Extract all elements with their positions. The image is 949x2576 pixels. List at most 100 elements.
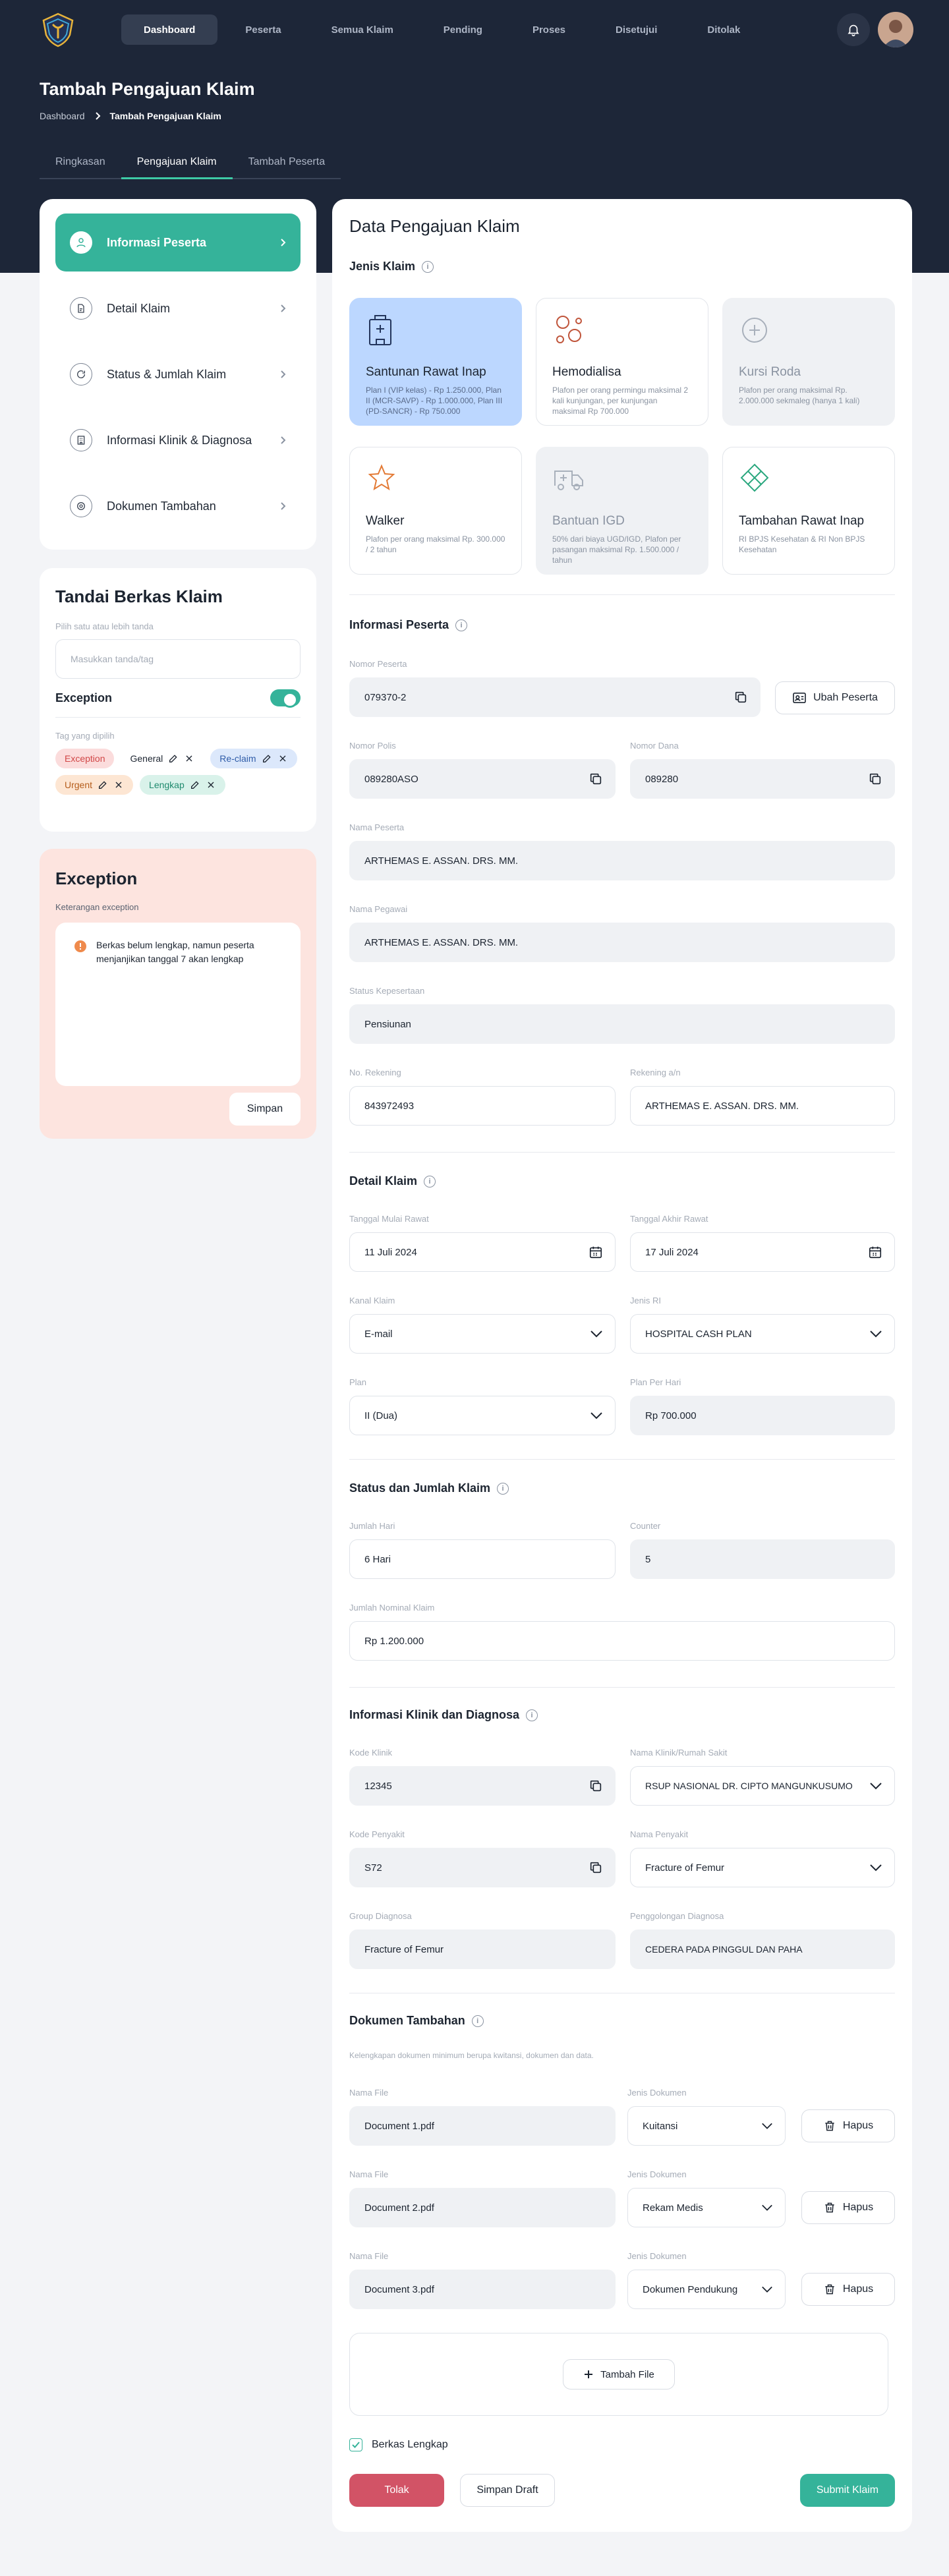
- exception-toggle[interactable]: [270, 689, 301, 708]
- jumlah-hari-input[interactable]: 6 Hari: [349, 1539, 616, 1579]
- tag-exception[interactable]: Exception: [55, 749, 115, 768]
- close-icon[interactable]: [113, 780, 124, 790]
- bell-icon: [848, 24, 859, 36]
- nominal-klaim-input[interactable]: Rp 1.200.000: [349, 1621, 895, 1661]
- steps-card: Informasi Peserta Detail Klaim Status & …: [40, 199, 316, 550]
- info-icon[interactable]: i: [424, 1175, 436, 1188]
- tanggal-mulai-input[interactable]: 11 Juli 2024: [349, 1232, 616, 1272]
- status-jumlah-heading: Status dan Jumlah Klaim i: [349, 1481, 509, 1495]
- info-icon[interactable]: i: [455, 619, 468, 631]
- user-avatar[interactable]: [878, 12, 913, 47]
- hapus-file-button[interactable]: Hapus: [801, 2109, 895, 2142]
- copy-icon[interactable]: [589, 1860, 603, 1875]
- submit-klaim-button[interactable]: Submit Klaim: [800, 2474, 895, 2507]
- info-icon[interactable]: i: [422, 260, 434, 273]
- jenis-santunan-rawat-inap[interactable]: Santunan Rawat Inap Plan I (VIP kelas) -…: [349, 298, 522, 426]
- edit-icon[interactable]: [262, 753, 272, 764]
- nav-proses[interactable]: Proses: [510, 14, 588, 45]
- field-label: Nama File: [349, 2251, 389, 2261]
- field-label: Kanal Klaim: [349, 1296, 395, 1305]
- tolak-button[interactable]: Tolak: [349, 2474, 444, 2507]
- jenis-ri-select[interactable]: HOSPITAL CASH PLAN: [630, 1314, 895, 1354]
- jenis-bantuan-igd[interactable]: Bantuan IGD 50% dari biaya UGD/IGD, Plaf…: [536, 447, 708, 575]
- button-label: Ubah Peserta: [813, 692, 878, 703]
- jenis-walker[interactable]: Walker Plafon per orang maksimal Rp. 300…: [349, 447, 522, 575]
- info-icon[interactable]: i: [471, 2015, 484, 2027]
- jenis-dokumen-select[interactable]: Kuitansi: [627, 2106, 786, 2146]
- field-value: Document 1.pdf: [364, 2120, 434, 2132]
- step-status-jumlah[interactable]: Status & Jumlah Klaim: [55, 345, 301, 403]
- tab-tambah-peserta[interactable]: Tambah Peserta: [232, 146, 341, 179]
- rekening-an-input[interactable]: ARTHEMAS E. ASSAN. DRS. MM.: [630, 1086, 895, 1126]
- jenis-dokumen-select[interactable]: Dokumen Pendukung: [627, 2270, 786, 2309]
- tag-input[interactable]: Masukkan tanda/tag: [55, 639, 301, 679]
- tag-label: Re-claim: [219, 753, 256, 764]
- app-logo-icon[interactable]: [40, 11, 76, 48]
- nav-disetujui[interactable]: Disetujui: [593, 14, 679, 45]
- edit-icon[interactable]: [190, 780, 200, 790]
- calendar-icon[interactable]: [868, 1245, 882, 1259]
- step-klinik-diagnosa[interactable]: Informasi Klinik & Diagnosa: [55, 411, 301, 469]
- tag-lengkap[interactable]: Lengkap: [140, 775, 225, 795]
- jenis-kursi-roda[interactable]: Kursi Roda Plafon per orang maksimal Rp.…: [722, 298, 895, 426]
- breadcrumb-dashboard[interactable]: Dashboard: [40, 111, 85, 121]
- tag-general[interactable]: General: [121, 749, 204, 768]
- step-informasi-peserta[interactable]: Informasi Peserta: [55, 214, 301, 272]
- step-detail-klaim[interactable]: Detail Klaim: [55, 279, 301, 337]
- trash-icon: [825, 2284, 834, 2295]
- copy-icon[interactable]: [589, 772, 603, 786]
- kode-penyakit-field[interactable]: S72: [349, 1848, 616, 1887]
- nomor-polis-field[interactable]: 089280ASO: [349, 759, 616, 799]
- tambah-file-button[interactable]: Tambah File: [563, 2359, 675, 2390]
- copy-icon[interactable]: [589, 1779, 603, 1793]
- copy-icon[interactable]: [733, 690, 748, 704]
- nav-ditolak[interactable]: Ditolak: [685, 14, 762, 45]
- kode-klinik-field[interactable]: 12345: [349, 1766, 616, 1806]
- form-title: Data Pengajuan Klaim: [349, 216, 520, 236]
- notification-button[interactable]: [837, 13, 870, 46]
- copy-icon[interactable]: [868, 772, 882, 786]
- nama-penyakit-select[interactable]: Fracture of Femur: [630, 1848, 895, 1887]
- tag-card-title: Tandai Berkas Klaim: [55, 587, 223, 606]
- exception-save-button[interactable]: Simpan: [229, 1093, 301, 1126]
- field-label: Nomor Dana: [630, 741, 679, 751]
- ubah-peserta-button[interactable]: Ubah Peserta: [775, 681, 895, 714]
- field-value: 089280ASO: [364, 773, 418, 785]
- step-dokumen-tambahan[interactable]: Dokumen Tambahan: [55, 477, 301, 535]
- nav-semua-klaim[interactable]: Semua Klaim: [309, 14, 416, 45]
- tambah-file-dropzone[interactable]: Tambah File: [349, 2333, 888, 2416]
- nav-peserta[interactable]: Peserta: [223, 14, 303, 45]
- jenis-hemodialisa[interactable]: Hemodialisa Plafon per orang permingu ma…: [536, 298, 708, 426]
- info-icon[interactable]: i: [526, 1709, 538, 1721]
- edit-icon[interactable]: [168, 753, 179, 764]
- exception-note-field[interactable]: Berkas belum lengkap, namun peserta menj…: [55, 923, 301, 1086]
- info-icon[interactable]: i: [497, 1482, 509, 1495]
- tab-ringkasan[interactable]: Ringkasan: [40, 146, 121, 179]
- plan-select[interactable]: II (Dua): [349, 1396, 616, 1435]
- tag-reclaim[interactable]: Re-claim: [210, 749, 297, 768]
- field-label: Penggolongan Diagnosa: [630, 1911, 724, 1921]
- close-icon[interactable]: [184, 753, 194, 764]
- kanal-klaim-select[interactable]: E-mail: [349, 1314, 616, 1354]
- simpan-draft-button[interactable]: Simpan Draft: [460, 2474, 555, 2507]
- berkas-lengkap-checkbox[interactable]: Berkas Lengkap: [349, 2438, 448, 2451]
- rekening-input[interactable]: 843972493: [349, 1086, 616, 1126]
- nomor-peserta-field[interactable]: 079370-2: [349, 677, 761, 717]
- hapus-file-button[interactable]: Hapus: [801, 2191, 895, 2224]
- chevron-down-icon: [762, 2286, 772, 2293]
- tab-pengajuan-klaim[interactable]: Pengajuan Klaim: [121, 146, 233, 179]
- nomor-dana-field[interactable]: 089280: [630, 759, 895, 799]
- nav-dashboard[interactable]: Dashboard: [121, 14, 218, 45]
- tanggal-akhir-input[interactable]: 17 Juli 2024: [630, 1232, 895, 1272]
- calendar-icon[interactable]: [589, 1245, 603, 1259]
- close-icon[interactable]: [277, 753, 288, 764]
- hapus-file-button[interactable]: Hapus: [801, 2273, 895, 2306]
- edit-icon[interactable]: [98, 780, 108, 790]
- close-icon[interactable]: [206, 780, 216, 790]
- jenis-dokumen-select[interactable]: Rekam Medis: [627, 2188, 786, 2227]
- jenis-tambahan-rawat-inap[interactable]: Tambahan Rawat Inap RI BPJS Kesehatan & …: [722, 447, 895, 575]
- field-label: Jenis Dokumen: [627, 2088, 687, 2098]
- tag-urgent[interactable]: Urgent: [55, 775, 134, 795]
- nav-pending[interactable]: Pending: [421, 14, 505, 45]
- nama-klinik-select[interactable]: RSUP NASIONAL DR. CIPTO MANGUNKUSUMO: [630, 1766, 895, 1806]
